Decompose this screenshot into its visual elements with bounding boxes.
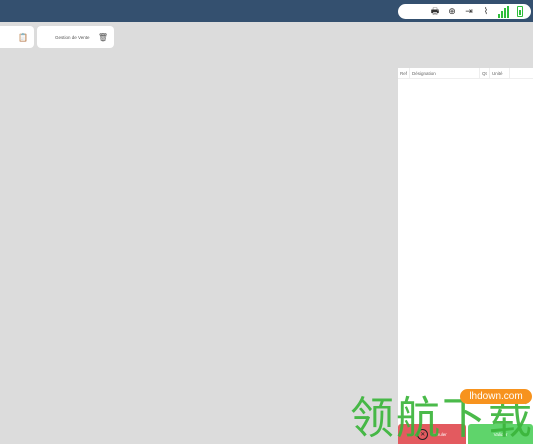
tab-label: Gestion de Vente: [55, 34, 90, 40]
column-ref: Ref: [398, 68, 410, 78]
tab-clipboard[interactable]: 📋: [0, 26, 34, 48]
signal-icon: [498, 5, 510, 18]
logout-icon[interactable]: ⇥: [464, 6, 474, 17]
trash-icon[interactable]: 🗑: [98, 33, 108, 42]
usb-icon: ⌇: [483, 6, 489, 17]
tab-strip: 📋 Gestion de Vente 🗑: [0, 26, 114, 48]
status-tray: 🖶 ⊕ ⇥ ⌇: [398, 4, 531, 19]
column-qt: Qt: [480, 68, 490, 78]
top-bar: 🖶 ⊕ ⇥ ⌇: [0, 0, 533, 22]
printer-icon[interactable]: 🖶: [430, 6, 440, 17]
battery-icon: [517, 6, 523, 17]
column-designation: Désignation: [410, 68, 480, 78]
order-table-header: Ref Désignation Qt Unité: [398, 68, 533, 79]
tab-gestion-de-vente[interactable]: Gestion de Vente 🗑: [37, 26, 114, 48]
clipboard-icon[interactable]: 📋: [18, 33, 28, 42]
watermark-site: lhdown.com: [460, 389, 532, 404]
column-unite: Unité: [490, 68, 510, 78]
globe-icon[interactable]: ⊕: [447, 6, 457, 17]
